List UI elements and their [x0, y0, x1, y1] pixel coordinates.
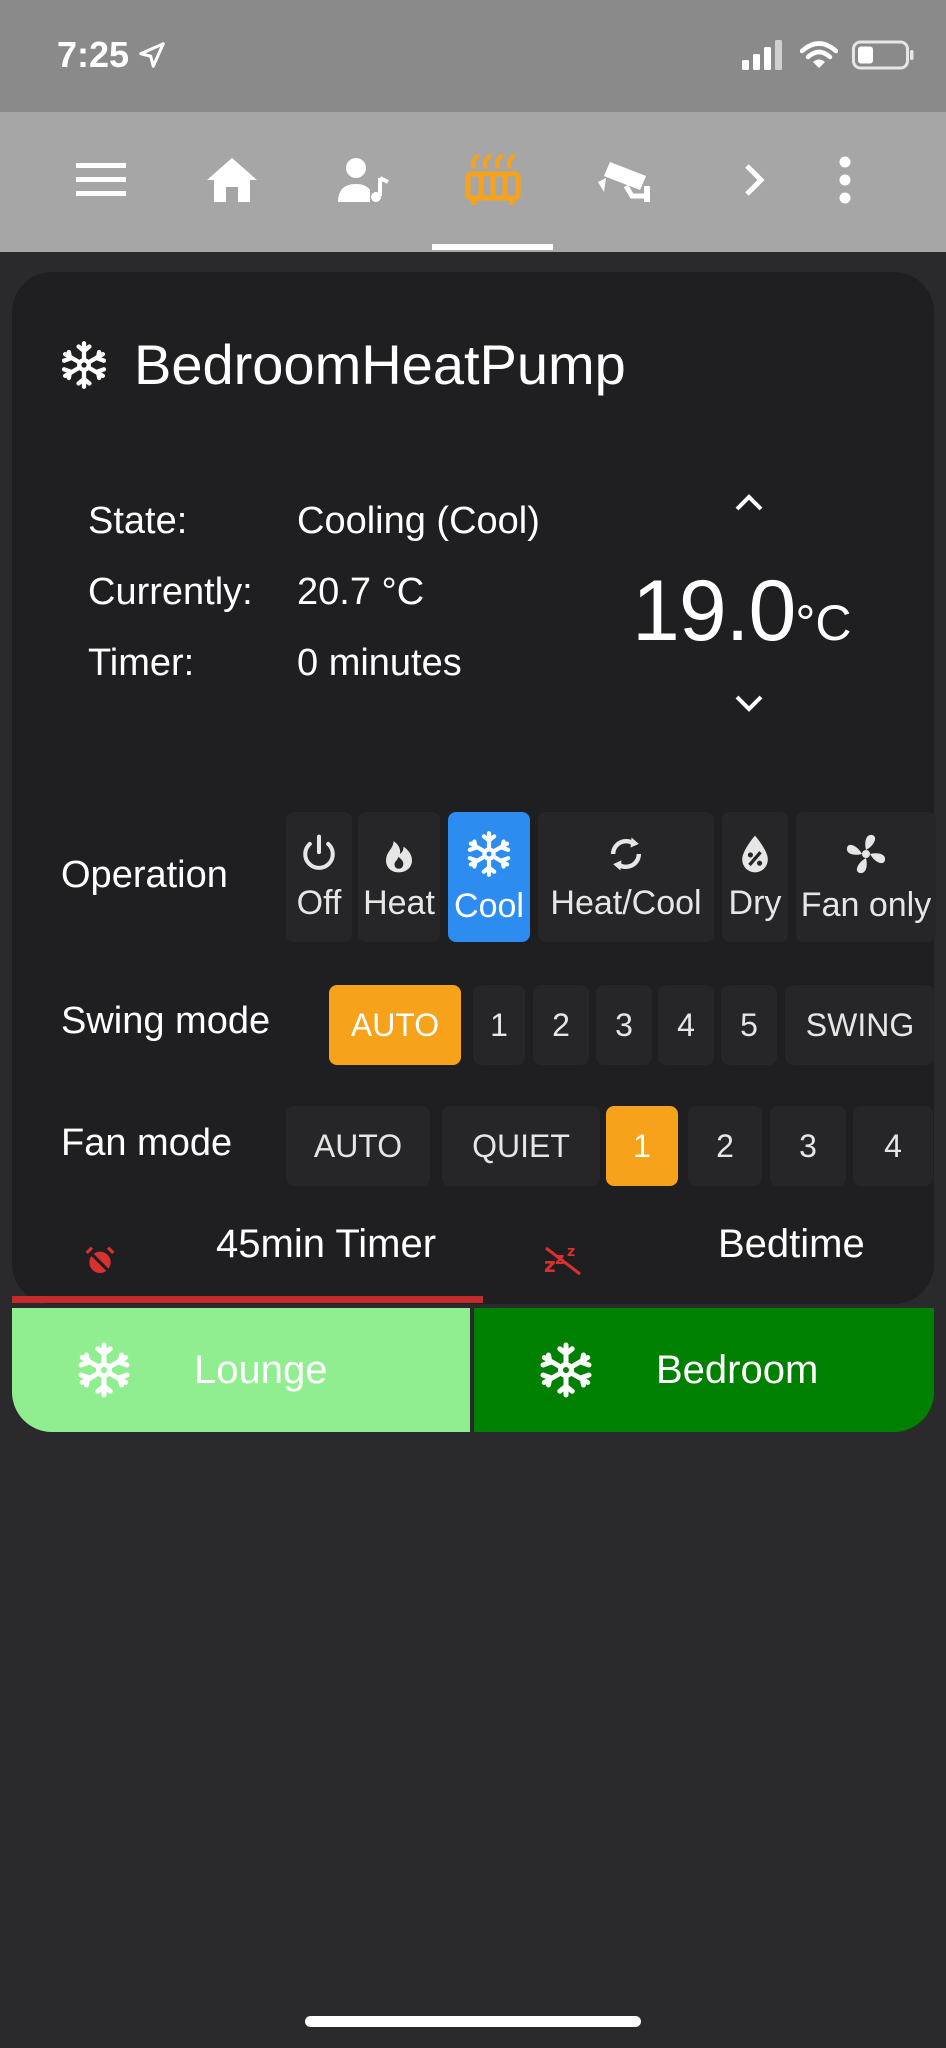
state-row: State: Cooling (Cool)	[88, 500, 540, 571]
fan-2-button[interactable]: 2	[688, 1106, 762, 1186]
sleep-off-icon: z z z	[544, 1244, 581, 1277]
thermostat-card: BedroomHeatPump State: Cooling (Cool) Cu…	[12, 272, 936, 1304]
person-music-icon[interactable]	[333, 150, 393, 210]
autorenew-icon	[610, 837, 642, 870]
operation-off-label: Off	[296, 883, 342, 922]
setpoint-unit: °C	[795, 595, 852, 651]
state-value: Cooling (Cool)	[297, 500, 540, 542]
top-toolbar	[0, 112, 946, 252]
battery-icon	[852, 40, 914, 70]
chevron-right-icon[interactable]	[724, 150, 784, 210]
status-bar: 7:25	[0, 0, 946, 112]
setpoint-display: 19.0 °C	[632, 562, 852, 661]
swing-1-button[interactable]: 1	[473, 985, 525, 1065]
operation-off-button[interactable]: Off	[286, 812, 352, 942]
card-title: BedroomHeatPump	[134, 333, 626, 396]
state-label: State:	[88, 500, 188, 542]
timer-value: 0 minutes	[297, 642, 462, 684]
status-indicators	[742, 40, 914, 70]
operation-dry-button[interactable]: Dry	[722, 812, 788, 942]
operation-heat-cool-button[interactable]: Heat/Cool	[538, 812, 714, 942]
location-arrow-icon	[139, 42, 165, 68]
status-info: State: Cooling (Cool) Currently: 20.7 °C…	[88, 500, 540, 713]
card-header: BedroomHeatPump	[58, 332, 626, 397]
fan-auto-button[interactable]: AUTO	[286, 1106, 430, 1186]
temp-down-button[interactable]	[732, 692, 766, 716]
fan-3-button[interactable]: 3	[770, 1106, 846, 1186]
lounge-button[interactable]: Lounge	[12, 1308, 470, 1432]
currently-row: Currently: 20.7 °C	[88, 571, 540, 642]
bedroom-button[interactable]: Bedroom	[474, 1308, 934, 1432]
menu-icon[interactable]	[71, 150, 131, 210]
timer-tab[interactable]: 45min Timer	[216, 1222, 436, 1267]
home-icon[interactable]	[202, 150, 262, 210]
snowflake-icon	[467, 830, 511, 877]
operation-fan-only-label: Fan only	[800, 885, 932, 924]
svg-text:z: z	[544, 1253, 556, 1277]
swing-4-button[interactable]: 4	[658, 985, 714, 1065]
status-time: 7:25	[57, 34, 167, 76]
fan-quiet-button[interactable]: QUIET	[442, 1106, 600, 1186]
water-percent-icon	[742, 835, 768, 872]
wifi-icon	[800, 41, 838, 68]
operation-heat-button[interactable]: Heat	[358, 812, 440, 942]
bedtime-tab[interactable]: Bedtime	[718, 1222, 865, 1267]
fan-4-button[interactable]: 4	[853, 1106, 933, 1186]
fan-mode-label: Fan mode	[61, 1122, 233, 1164]
operation-heat-label: Heat	[363, 883, 435, 922]
bedroom-label: Bedroom	[656, 1347, 819, 1392]
currently-value: 20.7 °C	[297, 571, 425, 613]
swing-3-button[interactable]: 3	[596, 985, 652, 1065]
operation-label: Operation	[61, 854, 228, 896]
swing-5-button[interactable]: 5	[721, 985, 777, 1065]
snowflake-icon	[540, 1342, 592, 1398]
timer-tab-underline	[12, 1296, 483, 1303]
snowflake-icon	[61, 340, 107, 389]
timer-label: Timer:	[88, 642, 195, 684]
fan-icon	[846, 834, 886, 873]
timer-off-icon	[85, 1246, 115, 1276]
operation-fan-only-button[interactable]: Fan only	[796, 812, 936, 942]
operation-cool-button[interactable]: Cool	[448, 812, 530, 942]
swing-auto-button[interactable]: AUTO	[329, 985, 461, 1065]
fire-icon	[386, 840, 413, 872]
currently-label: Currently:	[88, 571, 253, 613]
snowflake-icon	[78, 1342, 130, 1398]
home-indicator[interactable]	[305, 2016, 641, 2027]
clock-text: 7:25	[57, 34, 130, 75]
swing-2-button[interactable]: 2	[533, 985, 589, 1065]
swing-swing-button[interactable]: SWING	[785, 985, 935, 1065]
signal-icon	[742, 40, 782, 70]
fan-1-button[interactable]: 1	[606, 1106, 678, 1186]
power-icon	[303, 834, 335, 870]
svg-text:z: z	[567, 1244, 575, 1260]
operation-dry-label: Dry	[728, 883, 782, 922]
setpoint-value: 19.0	[632, 563, 796, 659]
operation-heat-cool-label: Heat/Cool	[550, 883, 702, 922]
active-tab-indicator	[432, 244, 553, 250]
cctv-icon[interactable]	[594, 150, 654, 210]
timer-row: Timer: 0 minutes	[88, 642, 540, 713]
operation-cool-label: Cool	[454, 886, 524, 925]
more-vertical-icon[interactable]	[815, 150, 875, 210]
lounge-label: Lounge	[194, 1347, 328, 1392]
swing-mode-label: Swing mode	[61, 1000, 271, 1042]
temp-up-button[interactable]	[732, 490, 766, 514]
radiator-icon[interactable]	[463, 150, 523, 210]
